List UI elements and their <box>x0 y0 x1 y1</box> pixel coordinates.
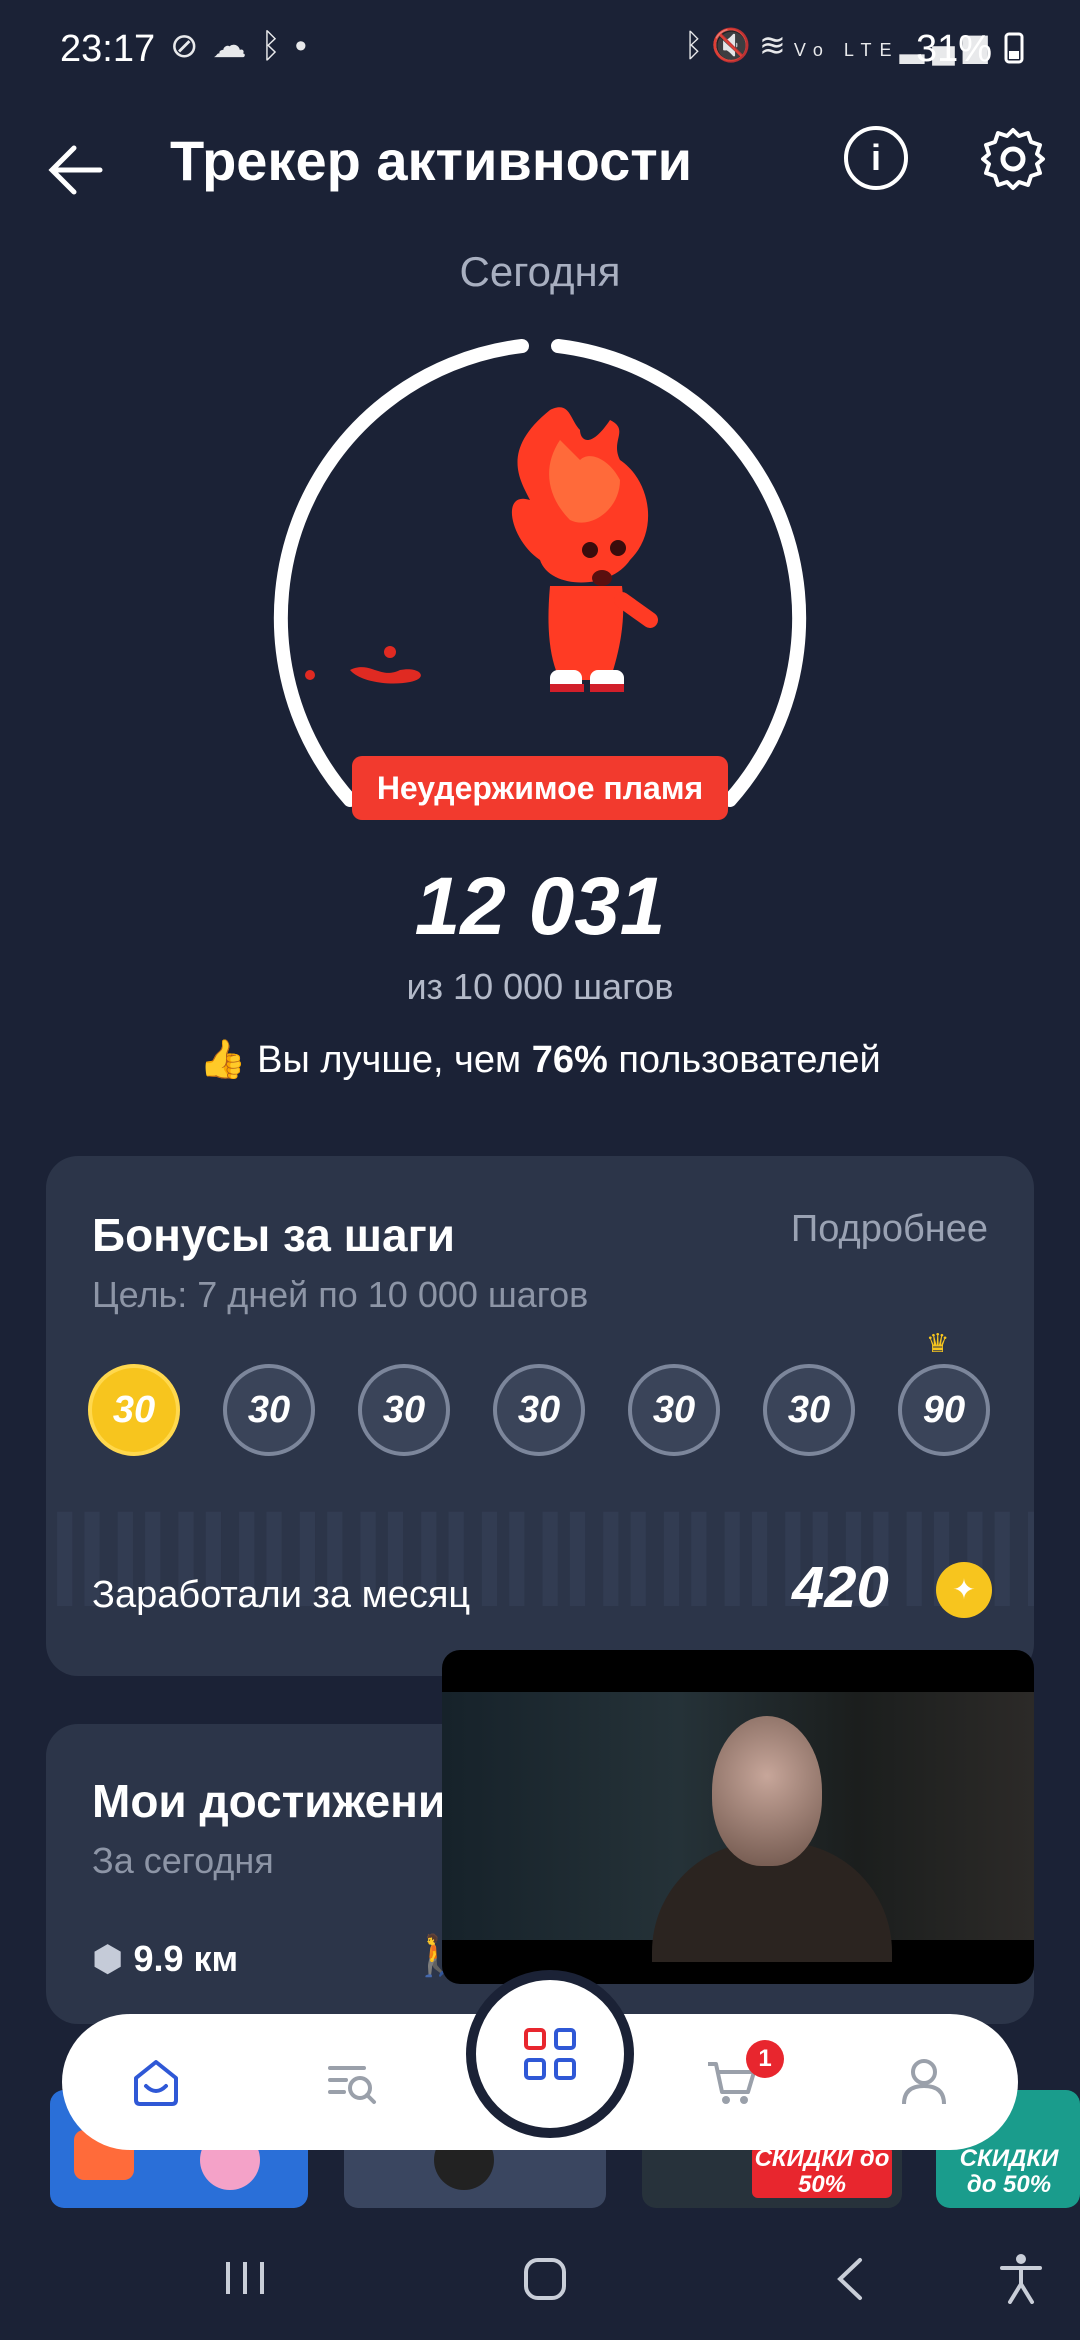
catalog-search-icon[interactable] <box>324 2054 380 2110</box>
apps-grid-button[interactable] <box>466 1970 634 2138</box>
comparison-text: 👍 Вы лучше, чем 76% пользователей <box>0 1038 1080 1082</box>
day-coin: 30 <box>223 1364 315 1456</box>
video-figure-face <box>712 1716 822 1866</box>
home-button-icon[interactable] <box>522 2256 568 2302</box>
status-bar: 23:17 ⊘☁ᛒ• ᛒ🔇≋Vo LTE▂▄▆ 31% <box>0 0 1080 100</box>
status-badge: Неудержимое пламя <box>352 756 728 820</box>
day-coin: 30 <box>628 1364 720 1456</box>
status-left-icons: ⊘☁ᛒ• <box>170 26 321 66</box>
battery-percent: 31% <box>916 28 993 70</box>
back-button-icon[interactable] <box>830 2256 870 2302</box>
comparison-suffix: пользователей <box>618 1039 881 1081</box>
crown-icon: ♛ <box>926 1328 950 1358</box>
more-link[interactable]: Подробнее <box>791 1208 988 1251</box>
flame-mascot <box>305 407 658 692</box>
location-pin-icon: ⬢ <box>92 1938 124 1979</box>
page-title: Трекер активности <box>170 129 693 192</box>
distance-stat: ⬢ 9.9 км <box>92 1938 238 1980</box>
bonuses-goal: Цель: 7 дней по 10 000 шагов <box>92 1274 589 1315</box>
mute-icon: 🔇 <box>711 27 760 63</box>
wifi-icon: ≋ <box>759 27 794 63</box>
day-coin: 30 <box>358 1364 450 1456</box>
day-coin: 30 <box>763 1364 855 1456</box>
day-coin: 30 <box>493 1364 585 1456</box>
day-coin: 90 <box>898 1364 990 1456</box>
gear-icon[interactable] <box>978 124 1048 194</box>
bluetooth-icon: ᛒ <box>260 27 295 65</box>
steps-goal: из 10 000 шагов <box>406 966 674 1007</box>
battery-indicator: 31% <box>916 28 1025 71</box>
video-pip-player[interactable] <box>442 1650 1034 1984</box>
achievements-title: Мои достижени <box>92 1775 447 1827</box>
battery-icon <box>1004 32 1024 64</box>
apps-grid-icon <box>524 2028 576 2080</box>
comparison-prefix: Вы лучше, чем <box>257 1039 522 1081</box>
back-arrow-icon[interactable] <box>40 130 120 210</box>
distance-value: 9.9 км <box>133 1938 239 1979</box>
cloud-icon: ☁ <box>212 27 261 65</box>
video-frame <box>442 1692 1034 1962</box>
dot-icon: • <box>294 27 321 65</box>
comparison-value: 76% <box>531 1039 608 1081</box>
period-label: Сегодня <box>459 248 621 295</box>
cart-badge: 1 <box>746 2040 784 2078</box>
bonus-coin-icon: ✦ <box>936 1562 992 1618</box>
volte-icon: Vo LTE <box>793 40 900 60</box>
earned-value: 420 <box>792 1555 889 1620</box>
home-icon[interactable] <box>128 2054 184 2110</box>
bonuses-title: Бонусы за шаги <box>92 1209 456 1261</box>
day-coin: 30 <box>88 1364 180 1456</box>
do-not-disturb-icon: ⊘ <box>170 27 213 65</box>
status-time: 23:17 <box>60 28 156 70</box>
recent-apps-icon[interactable] <box>222 2258 268 2298</box>
system-nav-bar <box>0 2208 1080 2340</box>
earned-label: Заработали за месяц <box>92 1574 471 1616</box>
banner-sale-text: СКИДКИ до 50% <box>959 2145 1059 2198</box>
bluetooth-icon: ᛒ <box>684 27 712 63</box>
profile-icon[interactable] <box>896 2054 952 2110</box>
accessibility-icon[interactable] <box>998 2252 1044 2304</box>
info-icon[interactable]: i <box>844 126 908 190</box>
steps-count: 12 031 <box>414 861 666 952</box>
bonuses-card[interactable]: ǁǁǁǁǁǁǁǁǁǁǁǁǁǁǁǁǁǁǁǁǁǁǁǁǁǁ Бонусы за шаг… <box>46 1156 1034 1676</box>
achievements-subtitle: За сегодня <box>92 1840 274 1881</box>
banner-sale-text: СКИДКИ до 50% <box>752 2146 892 2198</box>
thumbs-up-icon: 👍 <box>199 1039 247 1081</box>
